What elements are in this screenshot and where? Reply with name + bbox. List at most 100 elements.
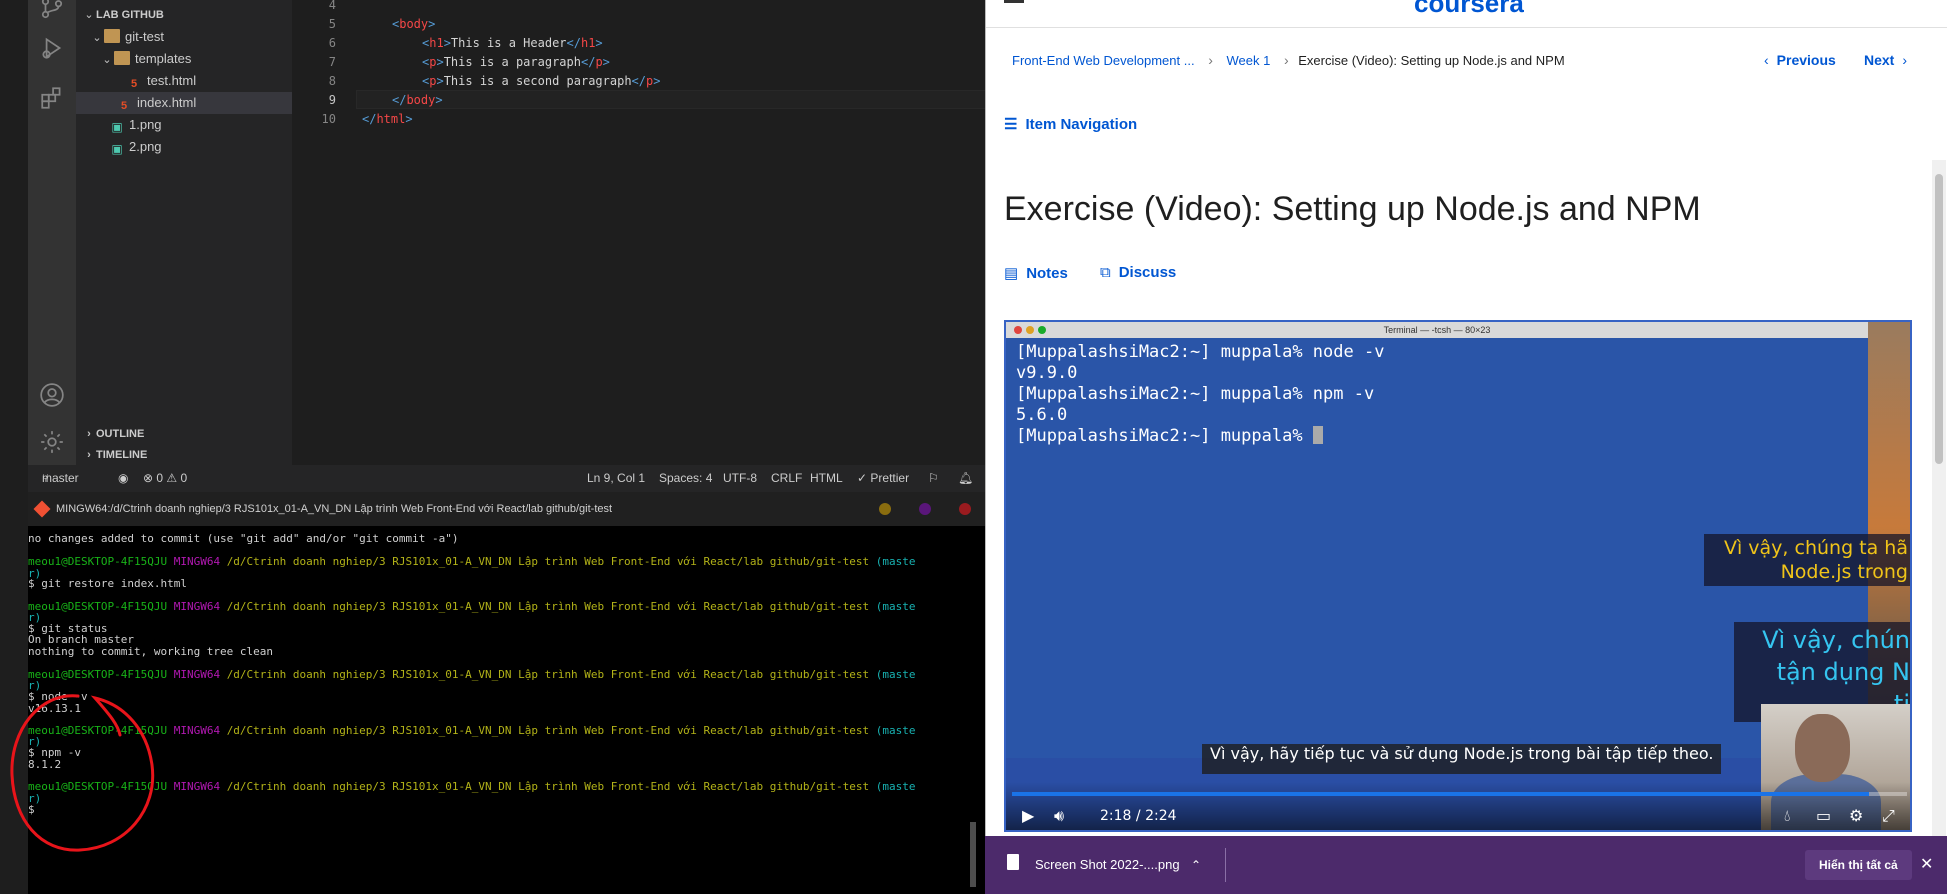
minimize-button[interactable] bbox=[879, 503, 891, 515]
timeline-section[interactable]: › TIMELINE bbox=[82, 445, 147, 465]
chevron-up-icon[interactable]: ⌃ bbox=[1191, 836, 1201, 894]
line-number: 7 bbox=[328, 55, 336, 69]
page-title: Exercise (Video): Setting up Node.js and… bbox=[1004, 190, 1701, 228]
next-button[interactable]: Next › bbox=[1864, 52, 1907, 68]
chevron-right-icon: › bbox=[1902, 52, 1908, 68]
explorer-sidebar: ⌄ LAB GITHUB ⌄ git-test ⌄ templates 5 test.h… bbox=[76, 0, 292, 424]
file-icon bbox=[1007, 854, 1019, 870]
folder-icon bbox=[114, 51, 130, 65]
caption-yellow: Vì vậy, chúng ta hã Node.js trong bbox=[1704, 534, 1910, 586]
code-line: </body> bbox=[392, 93, 443, 107]
settings-gear-icon[interactable] bbox=[28, 422, 76, 462]
terminal-prompt: meou1@DESKTOP-4F15QJU MINGW64 /d/Ctrinh … bbox=[28, 600, 916, 613]
indentation-status[interactable]: Spaces: 4 bbox=[659, 465, 712, 492]
terminal-command: $ bbox=[28, 803, 35, 816]
git-bash-terminal[interactable]: MINGW64:/d/Ctrinh doanh nghiep/3 RJS101x… bbox=[28, 492, 985, 894]
mac-zoom-dot bbox=[1038, 326, 1046, 334]
terminal-title: MINGW64:/d/Ctrinh doanh nghiep/3 RJS101x… bbox=[56, 503, 613, 515]
video-terminal-line: [MuppalashsiMac2:~] muppala% node -v bbox=[1016, 342, 1385, 362]
mac-minimize-dot bbox=[1026, 326, 1034, 334]
terminal-prompt: meou1@DESKTOP-4F15QJU MINGW64 /d/Ctrinh … bbox=[28, 668, 916, 681]
discuss-button[interactable]: ⧉ Discuss bbox=[1100, 264, 1176, 281]
terminal-command: $ git restore index.html bbox=[28, 577, 187, 590]
download-item[interactable]: Screen Shot 2022-....png bbox=[1035, 836, 1180, 894]
terminal-line: nothing to commit, working tree clean bbox=[28, 645, 274, 658]
extensions-icon[interactable] bbox=[28, 78, 76, 118]
coursera-logo[interactable]: coursera bbox=[1414, 0, 1524, 19]
breadcrumb-week[interactable]: Week 1 bbox=[1227, 53, 1271, 68]
show-all-button[interactable]: Hiển thị tất cả bbox=[1805, 850, 1912, 880]
page-scrollbar[interactable] bbox=[1932, 160, 1946, 836]
time-display: 2:18 / 2:24 bbox=[1100, 808, 1177, 824]
run-debug-icon[interactable] bbox=[28, 28, 76, 68]
tree-item-git-test[interactable]: ⌄ git-test bbox=[76, 26, 292, 48]
menu-icon[interactable] bbox=[1004, 0, 1024, 3]
code-editor[interactable]: 4 5 6 7 8 9 10 <body> <h1>This is a Head… bbox=[292, 0, 1186, 465]
code-line: <body> bbox=[392, 17, 436, 31]
maximize-button[interactable] bbox=[919, 503, 931, 515]
video-terminal-line: [MuppalashsiMac2:~] muppala% npm -v bbox=[1016, 384, 1375, 404]
video-terminal-line: v9.9.0 bbox=[1016, 363, 1078, 383]
language-mode[interactable]: HTML bbox=[810, 465, 843, 492]
terminal-output[interactable]: no changes added to commit (use "git add… bbox=[28, 526, 985, 894]
tree-item-1-png[interactable]: ▣ 1.png bbox=[76, 114, 292, 136]
close-button[interactable] bbox=[959, 503, 971, 515]
downloads-bar: Screen Shot 2022-....png ⌃ Hiển thị tất … bbox=[985, 836, 1947, 894]
notifications-bell-icon[interactable]: 🔔︎ bbox=[958, 465, 973, 492]
prettier-status[interactable]: ✓ Prettier bbox=[857, 465, 909, 492]
chevron-down-icon: ⌄ bbox=[84, 9, 94, 21]
main-subtitle: Vì vậy, hãy tiếp tục và sử dụng Node.js … bbox=[1202, 744, 1722, 774]
activity-bar bbox=[28, 0, 76, 465]
chevron-right-icon: › bbox=[87, 428, 91, 440]
text-cursor bbox=[1312, 426, 1323, 444]
settings-gear-icon[interactable]: ⚙ bbox=[1849, 806, 1863, 826]
video-player[interactable]: Terminal — -tcsh — 80×23 [MuppalashsiMac… bbox=[1004, 320, 1912, 832]
breadcrumb: Front-End Web Development ... › Week 1 ›… bbox=[1012, 52, 1565, 68]
previous-button[interactable]: ‹ Previous bbox=[1764, 52, 1836, 68]
sync-icon[interactable]: ◉ bbox=[118, 465, 128, 492]
terminal-scrollbar[interactable] bbox=[968, 532, 978, 892]
encoding-status[interactable]: UTF-8 bbox=[723, 465, 757, 492]
line-number: 8 bbox=[328, 74, 336, 88]
terminal-prompt: meou1@DESKTOP-4F15QJU MINGW64 /d/Ctrinh … bbox=[28, 724, 916, 737]
video-terminal-line: 5.6.0 bbox=[1016, 405, 1068, 425]
terminal-line: 8.1.2 bbox=[28, 758, 62, 771]
outline-section[interactable]: › OUTLINE bbox=[82, 424, 144, 444]
chevron-right-icon: › bbox=[1208, 52, 1213, 68]
fullscreen-icon[interactable]: ⤢ bbox=[1882, 806, 1895, 826]
scrollbar-thumb[interactable] bbox=[970, 822, 976, 887]
item-navigation-toggle[interactable]: ☰ Item Navigation bbox=[1004, 115, 1137, 133]
tree-item-2-png[interactable]: ▣ 2.png bbox=[76, 136, 292, 158]
source-control-icon[interactable] bbox=[28, 0, 76, 28]
video-progress-bar[interactable] bbox=[1012, 792, 1907, 796]
eol-status[interactable]: CRLF bbox=[771, 465, 802, 492]
image-file-icon: ▣ bbox=[111, 120, 123, 134]
line-number: 4 bbox=[328, 0, 336, 12]
tree-item-templates[interactable]: ⌄ templates bbox=[76, 48, 292, 70]
notes-button[interactable]: ▤ Notes bbox=[1004, 264, 1068, 282]
breadcrumb-course[interactable]: Front-End Web Development ... bbox=[1012, 53, 1195, 68]
line-number: 9 bbox=[328, 93, 336, 107]
play-icon[interactable]: ▶ bbox=[1022, 806, 1034, 826]
problems-status[interactable]: ⊗ 0 ⚠ 0 bbox=[143, 465, 187, 492]
feedback-icon[interactable]: ⚐ bbox=[928, 465, 939, 492]
terminal-titlebar: MINGW64:/d/Ctrinh doanh nghiep/3 RJS101x… bbox=[28, 492, 985, 526]
vscode-window: ⌄ LAB GITHUB ⌄ git-test ⌄ templates 5 test.h… bbox=[0, 0, 1186, 492]
tree-item-test-html[interactable]: 5 test.html bbox=[76, 70, 292, 92]
left-gutter bbox=[0, 0, 28, 465]
close-icon[interactable]: ✕ bbox=[1920, 836, 1933, 894]
subtitles-icon[interactable]: ▭ bbox=[1816, 806, 1831, 826]
volume-icon[interactable]: 🔊︎ bbox=[1054, 806, 1064, 826]
cursor-position[interactable]: Ln 9, Col 1 bbox=[587, 465, 645, 492]
terminal-line: v16.13.1 bbox=[28, 702, 81, 715]
account-icon[interactable] bbox=[28, 375, 76, 415]
playback-speed-icon[interactable]: 💧︎ bbox=[1784, 806, 1790, 826]
code-line: <h1>This is a Header</h1> bbox=[422, 36, 603, 50]
code-line: <p>This is a second paragraph</p> bbox=[422, 74, 661, 88]
video-controls: ▶ 🔊︎ 2:18 / 2:24 💧︎ ▭ ⚙ ⤢ bbox=[1006, 782, 1910, 830]
video-terminal-prompt: [MuppalashsiMac2:~] muppala% bbox=[1016, 426, 1323, 447]
explorer-section-header[interactable]: ⌄ LAB GITHUB bbox=[76, 3, 292, 25]
scrollbar-thumb[interactable] bbox=[1935, 174, 1943, 464]
tree-item-index-html[interactable]: 5 index.html bbox=[76, 92, 292, 114]
code-line: </html> bbox=[362, 112, 413, 126]
